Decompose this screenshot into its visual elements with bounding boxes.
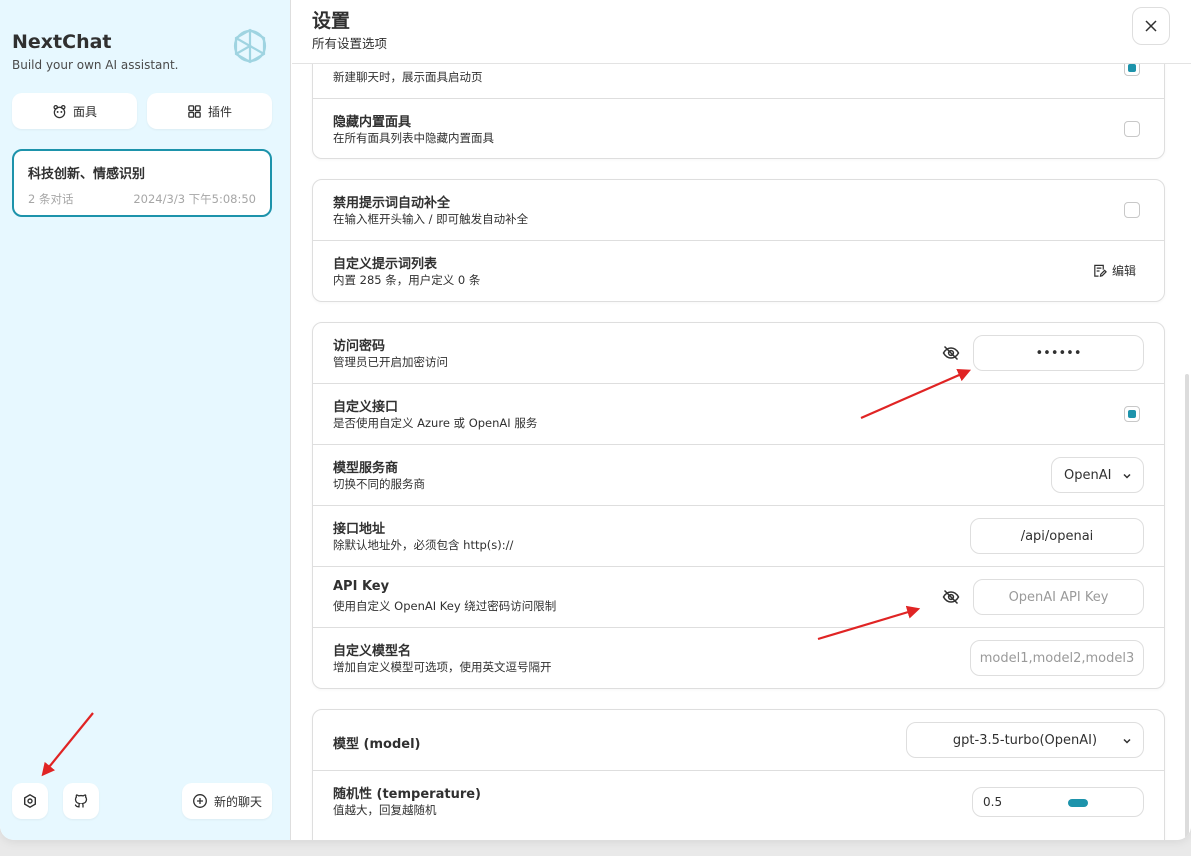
settings-panel: 设置 所有设置选项 新建聊天时，展示面具启动页 隐藏内置面具 在所有面具列表中隐… (292, 0, 1191, 840)
page-subtitle: 所有设置选项 (312, 36, 388, 51)
setting-title: 自定义模型名 (333, 644, 412, 659)
provider-value: OpenAI (1064, 467, 1112, 483)
edit-prompts-label: 编辑 (1111, 264, 1136, 278)
close-icon (1145, 20, 1157, 32)
chat-item-title: 科技创新、情感识别 (28, 167, 146, 182)
setting-sub: 内置 285 条，用户定义 0 条 (333, 273, 481, 287)
setting-row-api-key: API Key 使用自定义 OpenAI Key 绕过密码访问限制 OpenAI… (313, 567, 1164, 628)
mask-button-label: 面具 (72, 104, 97, 119)
chevron-down-icon (1123, 473, 1131, 479)
settings-card-access: 访问密码 管理员已开启加密访问 •••••• 自定义接口 是否使用自定义 Azu… (312, 322, 1165, 689)
plugin-button[interactable]: 插件 (147, 93, 272, 129)
setting-sub: 管理员已开启加密访问 (333, 355, 448, 369)
model-value: gpt-3.5-turbo(OpenAI) (952, 732, 1098, 748)
setting-row-disable-autocomplete: 禁用提示词自动补全 在输入框开头输入 / 即可触发自动补全 (313, 180, 1164, 241)
setting-sub: 增加自定义模型可选项，使用英文逗号隔开 (333, 660, 552, 674)
eye-off-icon[interactable] (942, 344, 960, 362)
mask-icon (53, 104, 66, 118)
chat-list-item[interactable]: 科技创新、情感识别 2 条对话 2024/3/3 下午5:08:50 (12, 149, 272, 217)
setting-sub: 是否使用自定义 Azure 或 OpenAI 服务 (333, 416, 538, 430)
setting-title: 模型 (model) (333, 737, 421, 752)
scrollbar[interactable] (1185, 374, 1189, 840)
setting-row-hide-builtin: 隐藏内置面具 在所有面具列表中隐藏内置面具 (313, 99, 1164, 158)
setting-sub: 在所有面具列表中隐藏内置面具 (333, 131, 494, 145)
model-select[interactable]: gpt-3.5-turbo(OpenAI) (906, 722, 1144, 758)
setting-row-provider: 模型服务商 切换不同的服务商 OpenAI (313, 445, 1164, 506)
github-button[interactable] (63, 783, 99, 819)
setting-title: 自定义提示词列表 (333, 257, 438, 272)
provider-select[interactable]: OpenAI (1051, 457, 1144, 493)
setting-row-access-code: 访问密码 管理员已开启加密访问 •••••• (313, 323, 1164, 384)
setting-row-custom-endpoint: 自定义接口 是否使用自定义 Azure 或 OpenAI 服务 (313, 384, 1164, 445)
plugin-button-label: 插件 (207, 104, 232, 119)
setting-title: 模型服务商 (333, 461, 399, 476)
hide-builtin-checkbox[interactable] (1124, 121, 1140, 137)
setting-title: 访问密码 (333, 339, 386, 354)
endpoint-input[interactable]: /api/openai (970, 518, 1144, 554)
edit-prompts-button[interactable]: 编辑 (1092, 262, 1136, 279)
setting-row-mask-launch: 新建聊天时，展示面具启动页 (313, 64, 1164, 99)
page-title: 设置 (312, 10, 351, 32)
setting-row-model: 模型 (model) gpt-3.5-turbo(OpenAI) (313, 710, 1164, 771)
disable-autocomplete-checkbox[interactable] (1124, 202, 1140, 218)
setting-row-temperature: 随机性 (temperature) 值越大，回复越随机 0.5 (313, 771, 1164, 832)
mask-launch-checkbox[interactable] (1124, 64, 1140, 76)
chat-item-time: 2024/3/3 下午5:08:50 (133, 192, 256, 206)
access-code-input[interactable]: •••••• (973, 335, 1144, 371)
setting-sub: 新建聊天时，展示面具启动页 (333, 70, 483, 84)
setting-sub: 切换不同的服务商 (333, 477, 425, 491)
app-window: NextChat Build your own AI assistant. 面具… (0, 0, 1191, 840)
setting-row-custom-prompts: 自定义提示词列表 内置 285 条，用户定义 0 条 编辑 (313, 241, 1164, 301)
setting-title: 自定义接口 (333, 400, 399, 415)
gear-icon (24, 793, 36, 809)
api-key-input[interactable]: OpenAI API Key (973, 579, 1144, 615)
custom-models-input[interactable]: model1,model2,model3 (970, 640, 1144, 676)
edit-icon (1094, 264, 1107, 277)
brand-subtitle: Build your own AI assistant. (12, 58, 179, 72)
settings-card-mask: 新建聊天时，展示面具启动页 隐藏内置面具 在所有面具列表中隐藏内置面具 (312, 64, 1165, 159)
brand-title: NextChat (12, 31, 112, 53)
setting-sub: 值越大，回复越随机 (333, 803, 437, 817)
setting-sub: 使用自定义 OpenAI Key 绕过密码访问限制 (333, 599, 557, 613)
settings-card-prompts: 禁用提示词自动补全 在输入框开头输入 / 即可触发自动补全 自定义提示词列表 内… (312, 179, 1165, 302)
mask-button[interactable]: 面具 (12, 93, 137, 129)
settings-card-model: 模型 (model) gpt-3.5-turbo(OpenAI) 随机性 (te… (312, 709, 1165, 840)
setting-sub: 除默认地址外，必须包含 http(s):// (333, 538, 514, 552)
settings-header: 设置 所有设置选项 (292, 0, 1191, 64)
new-chat-button[interactable]: 新的聊天 (182, 783, 272, 819)
chevron-down-icon (1123, 738, 1131, 744)
setting-title: API Key (333, 579, 390, 594)
chat-item-count: 2 条对话 (28, 192, 74, 206)
setting-title: 隐藏内置面具 (333, 115, 412, 130)
setting-title: 随机性 (temperature) (333, 787, 481, 802)
openai-logo-icon (233, 28, 267, 64)
slider-thumb[interactable] (1068, 799, 1088, 807)
github-icon (74, 794, 88, 808)
setting-title: 禁用提示词自动补全 (333, 196, 451, 211)
eye-off-icon[interactable] (942, 588, 960, 606)
setting-sub: 在输入框开头输入 / 即可触发自动补全 (333, 212, 529, 226)
chat-item-meta: 2 条对话 2024/3/3 下午5:08:50 (28, 191, 256, 207)
setting-row-endpoint: 接口地址 除默认地址外，必须包含 http(s):// /api/openai (313, 506, 1164, 567)
add-circle-icon (193, 794, 207, 808)
settings-button[interactable] (12, 783, 48, 819)
setting-title: 接口地址 (333, 522, 386, 537)
temperature-slider[interactable]: 0.5 (972, 787, 1144, 817)
close-button[interactable] (1132, 7, 1170, 45)
temperature-value: 0.5 (983, 795, 1003, 809)
new-chat-label: 新的聊天 (213, 794, 262, 809)
settings-scroll-area[interactable]: 新建聊天时，展示面具启动页 隐藏内置面具 在所有面具列表中隐藏内置面具 禁用提示… (292, 64, 1191, 840)
grid-icon (188, 104, 201, 118)
sidebar: NextChat Build your own AI assistant. 面具… (0, 0, 291, 840)
setting-row-custom-models: 自定义模型名 增加自定义模型可选项，使用英文逗号隔开 model1,model2… (313, 628, 1164, 688)
custom-endpoint-checkbox[interactable] (1124, 406, 1140, 422)
